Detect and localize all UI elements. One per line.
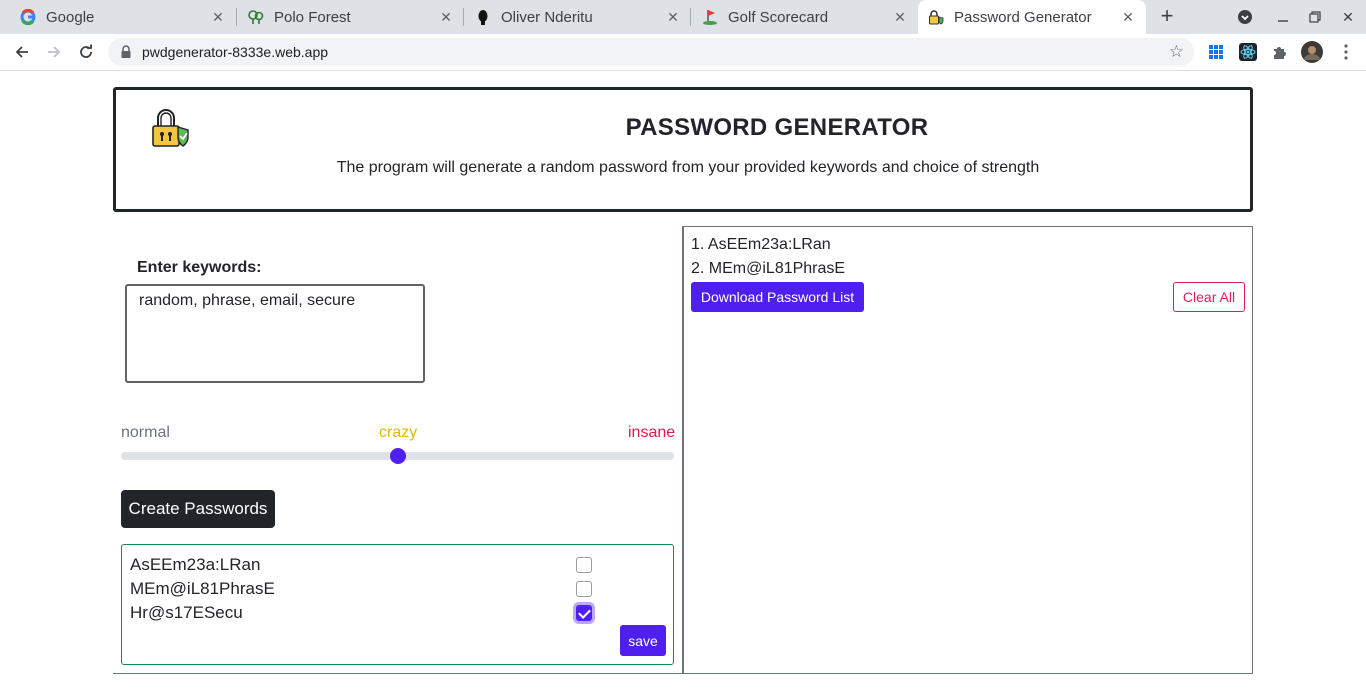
- generated-password: MEm@iL81PhrasE: [130, 579, 275, 598]
- url-text: pwdgenerator-8333e.web.app: [142, 44, 329, 60]
- create-passwords-button[interactable]: Create Passwords: [121, 490, 275, 528]
- bookmark-star-icon[interactable]: ☆: [1169, 43, 1184, 61]
- select-password-checkbox[interactable]: [576, 581, 592, 597]
- saved-password-item: 1. AsEEm23a:LRan: [691, 236, 831, 253]
- profile-avatar[interactable]: [1300, 40, 1324, 64]
- keywords-input[interactable]: random, phrase, email, secure: [125, 284, 425, 383]
- generated-passwords-box: AsEEm23a:LRan MEm@iL81PhrasE Hr@s17ESecu…: [121, 544, 674, 665]
- select-password-checkbox[interactable]: [576, 557, 592, 573]
- tab-title: Golf Scorecard: [728, 8, 829, 26]
- tab-title: Polo Forest: [274, 8, 351, 26]
- generated-password: AsEEm23a:LRan: [130, 555, 261, 574]
- keywords-label: Enter keywords:: [137, 259, 262, 276]
- back-arrow-icon[interactable]: [10, 40, 34, 64]
- tab-search-icon[interactable]: [1228, 0, 1262, 34]
- clear-all-button[interactable]: Clear All: [1173, 282, 1245, 312]
- address-bar[interactable]: pwdgenerator-8333e.web.app ☆: [108, 38, 1194, 66]
- select-password-checkbox[interactable]: [576, 605, 592, 621]
- minimize-icon[interactable]: [1266, 0, 1300, 34]
- browser-toolbar: pwdgenerator-8333e.web.app ☆: [0, 34, 1366, 71]
- react-devtools-icon[interactable]: [1238, 42, 1258, 62]
- browser-tab-polo-forest[interactable]: Polo Forest ✕: [228, 0, 464, 34]
- close-tab-icon[interactable]: ✕: [892, 9, 908, 25]
- golf-icon: [702, 9, 718, 25]
- page-subtitle: The program will generate a random passw…: [336, 159, 1040, 176]
- silhouette-icon: [475, 9, 491, 25]
- browser-tab-google[interactable]: Google ✕: [0, 0, 236, 34]
- browser-tab-oliver-nderitu[interactable]: Oliver Nderitu ✕: [455, 0, 691, 34]
- restore-icon[interactable]: [1298, 0, 1332, 34]
- trees-icon: [248, 9, 264, 25]
- generated-password: Hr@s17ESecu: [130, 603, 243, 622]
- strength-label-insane: insane: [628, 424, 676, 441]
- padlock-icon: [928, 9, 944, 25]
- browser-tab-bar: Google ✕ Polo Forest ✕ Oliver Nderitu ✕ …: [0, 0, 1366, 34]
- save-button[interactable]: save: [620, 625, 666, 656]
- extensions-puzzle-icon[interactable]: [1270, 42, 1290, 62]
- page-title: PASSWORD GENERATOR: [625, 114, 929, 141]
- google-icon: [20, 9, 36, 25]
- app-header: PASSWORD GENERATOR The program will gene…: [113, 87, 1253, 212]
- saved-password-item: 2. MEm@iL81PhrasE: [691, 260, 846, 277]
- download-password-list-button[interactable]: Download Password List: [691, 282, 864, 312]
- saved-passwords-panel: 1. AsEEm23a:LRan 2. MEm@iL81PhrasE Downl…: [683, 226, 1253, 674]
- forward-arrow-icon[interactable]: [42, 40, 66, 64]
- browser-tab-password-generator[interactable]: Password Generator ✕: [918, 0, 1146, 34]
- generator-panel: Enter keywords: random, phrase, email, s…: [113, 226, 683, 674]
- close-tab-icon[interactable]: ✕: [665, 9, 681, 25]
- browser-tab-golf-scorecard[interactable]: Golf Scorecard ✕: [682, 0, 918, 34]
- strength-slider-thumb[interactable]: [389, 448, 406, 464]
- reload-icon[interactable]: [74, 40, 98, 64]
- close-tab-icon[interactable]: ✕: [1120, 9, 1136, 25]
- browser-menu-icon[interactable]: [1336, 42, 1356, 62]
- strength-label-normal: normal: [121, 424, 170, 441]
- tab-title: Password Generator: [954, 8, 1092, 26]
- close-tab-icon[interactable]: ✕: [438, 9, 454, 25]
- new-tab-button[interactable]: +: [1156, 5, 1178, 28]
- close-tab-icon[interactable]: ✕: [210, 9, 226, 25]
- lock-icon: [120, 45, 132, 64]
- grid-extension-icon[interactable]: [1206, 42, 1226, 62]
- tab-title: Oliver Nderitu: [501, 8, 593, 26]
- close-window-icon[interactable]: ✕: [1331, 0, 1365, 34]
- tab-title: Google: [46, 8, 95, 26]
- strength-label-crazy: crazy: [379, 424, 418, 441]
